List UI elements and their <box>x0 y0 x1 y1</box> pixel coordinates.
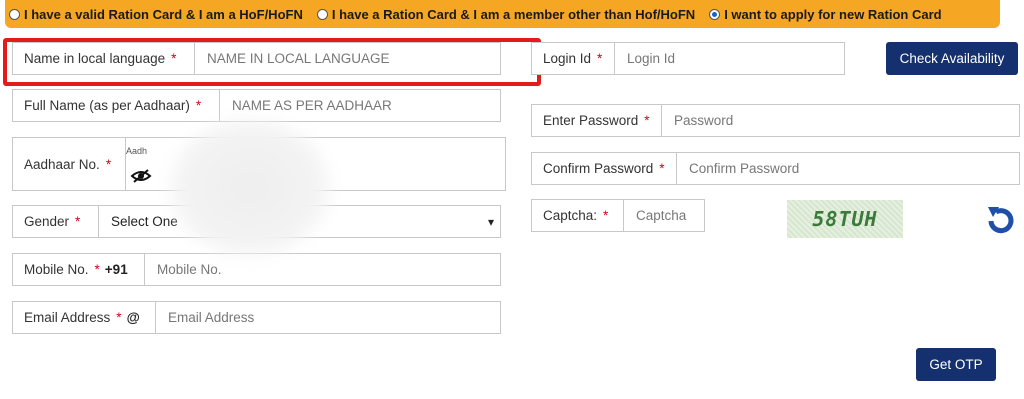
label-text: Mobile No. <box>24 262 89 277</box>
email-input[interactable]: Email Address <box>156 302 500 333</box>
label-text: Login Id <box>543 51 592 66</box>
field-label: Enter Password * <box>532 105 662 136</box>
label-text: Gender <box>24 214 70 229</box>
field-label: Captcha: * <box>532 200 624 231</box>
placeholder-text: Email Address <box>168 310 255 325</box>
check-availability-button[interactable]: Check Availability <box>886 42 1018 75</box>
captcha-image: 58TUH <box>787 200 903 238</box>
radio-button[interactable] <box>709 8 721 20</box>
eye-slash-icon[interactable] <box>130 168 152 184</box>
radio-label: I have a Ration Card & I am a member oth… <box>331 6 696 22</box>
highlight-box <box>3 38 541 86</box>
placeholder-text: Mobile No. <box>157 262 222 277</box>
privacy-blur <box>165 115 335 260</box>
password-input[interactable]: Password <box>662 105 1019 136</box>
placeholder-text: NAME AS PER AADHAAR <box>232 98 392 113</box>
field-label: Login Id * <box>532 43 615 74</box>
chevron-down-icon: ▾ <box>487 214 494 229</box>
field-label: Aadhaar No. * <box>13 138 126 190</box>
confirm-password-input[interactable]: Confirm Password <box>677 153 1019 184</box>
aadhaar-placeholder: Aadh <box>126 146 148 156</box>
radio-option-member[interactable]: I have a Ration Card & I am a member oth… <box>316 6 696 22</box>
radio-label: I want to apply for new Ration Card <box>724 6 942 22</box>
required-marker: * <box>597 51 603 66</box>
field-label: Gender * <box>13 206 99 237</box>
radio-option-new-card[interactable]: I want to apply for new Ration Card <box>709 6 942 22</box>
required-marker: * <box>75 214 81 229</box>
label-text: Confirm Password <box>543 161 654 176</box>
required-marker: * <box>659 161 665 176</box>
label-text: Full Name (as per Aadhaar) <box>24 98 190 113</box>
placeholder-text: Confirm Password <box>689 161 800 176</box>
country-code: +91 <box>104 262 128 277</box>
field-label: Mobile No. * +91 <box>13 254 145 285</box>
radio-label: I have a valid Ration Card & I am a HoF/… <box>24 6 303 22</box>
email-field: Email Address * @ Email Address <box>12 301 501 334</box>
field-label: Full Name (as per Aadhaar) * <box>13 90 220 121</box>
confirm-password-field: Confirm Password * Confirm Password <box>531 152 1020 185</box>
radio-option-valid-card[interactable]: I have a valid Ration Card & I am a HoF/… <box>9 7 303 22</box>
label-text: Aadhaar No. <box>24 156 100 172</box>
login-id-input[interactable]: Login Id <box>615 43 844 74</box>
required-marker: * <box>603 208 609 223</box>
login-id-field: Login Id * Login Id <box>531 42 845 75</box>
captcha-field: Captcha: * Captcha <box>531 199 705 232</box>
password-field: Enter Password * Password <box>531 104 1020 137</box>
required-marker: * <box>116 310 122 325</box>
placeholder-text: Login Id <box>627 51 676 66</box>
field-label: Confirm Password * <box>532 153 677 184</box>
get-otp-button[interactable]: Get OTP <box>916 348 996 381</box>
placeholder-text: Password <box>674 113 734 128</box>
field-label: Email Address * @ <box>13 302 156 333</box>
captcha-text: 58TUH <box>812 207 878 231</box>
radio-button[interactable] <box>9 8 20 20</box>
captcha-input[interactable]: Captcha <box>624 200 704 231</box>
ration-card-type-bar: I have a valid Ration Card & I am a HoF/… <box>5 0 1000 28</box>
at-symbol: @ <box>126 310 140 325</box>
label-text: Captcha: <box>543 208 598 223</box>
label-text: Enter Password <box>543 113 639 128</box>
required-marker: * <box>644 113 650 128</box>
refresh-icon[interactable] <box>983 201 1017 237</box>
placeholder-text: Captcha <box>636 208 687 223</box>
selected-value: Select One <box>111 214 178 229</box>
label-text: Email Address <box>24 310 111 325</box>
mobile-input[interactable]: Mobile No. <box>145 254 500 285</box>
required-marker: * <box>94 262 100 277</box>
required-marker: * <box>195 98 202 113</box>
required-marker: * <box>105 156 112 172</box>
radio-button[interactable] <box>316 8 328 20</box>
